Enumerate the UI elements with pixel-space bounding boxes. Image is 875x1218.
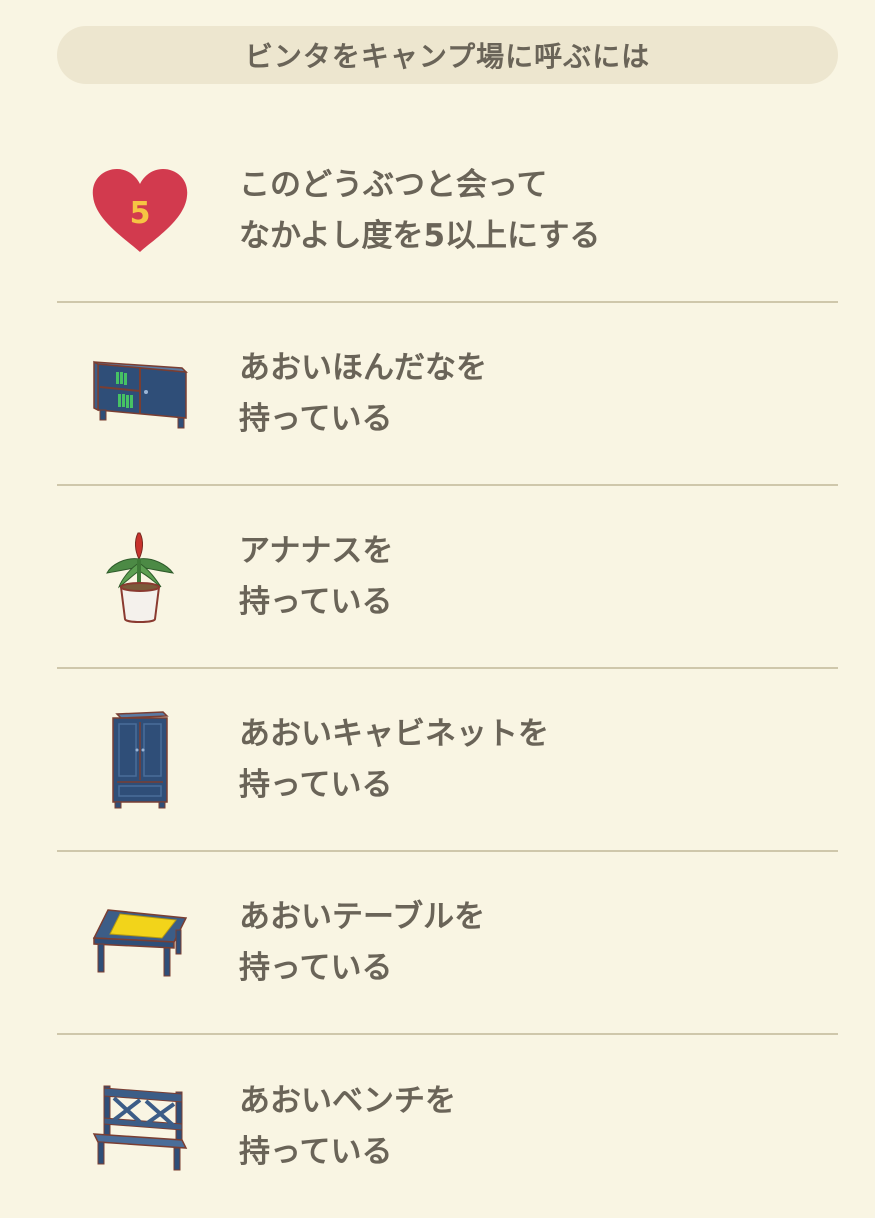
requirement-item-cabinet: あおいキャビネットを 持っている xyxy=(57,669,838,852)
requirement-line-2: 持っている xyxy=(239,583,393,620)
requirement-text: あおいキャビネットを 持っている xyxy=(239,709,819,811)
requirement-text: あおいベンチを 持っている xyxy=(239,1076,819,1178)
blue-bench-icon xyxy=(85,1072,195,1182)
heart-icon: 5 xyxy=(85,156,195,266)
requirement-text: このどうぶつと会って なかよし度を5以上にする xyxy=(239,160,819,262)
pineapple-plant-icon xyxy=(85,522,195,632)
requirement-line-2: なかよし度を5以上にする xyxy=(239,217,601,254)
requirement-text: あおいテーブルを 持っている xyxy=(239,892,819,994)
blue-bookshelf-icon xyxy=(85,339,195,449)
requirement-item-bookshelf: あおいほんだなを 持っている xyxy=(57,303,838,486)
requirement-line-1: あおいベンチを xyxy=(239,1082,456,1119)
friendship-level-number: 5 xyxy=(130,196,151,231)
requirement-list: 5 このどうぶつと会って なかよし度を5以上にする あおいほんだなを 持っている… xyxy=(57,120,838,1218)
requirement-item-bench: あおいベンチを 持っている xyxy=(57,1035,838,1218)
requirement-item-friendship: 5 このどうぶつと会って なかよし度を5以上にする xyxy=(57,120,838,303)
requirement-line-1: このどうぶつと会って xyxy=(239,166,548,203)
requirement-item-table: あおいテーブルを 持っている xyxy=(57,852,838,1035)
requirement-line-1: アナナスを xyxy=(239,532,394,569)
requirement-line-2: 持っている xyxy=(239,766,393,803)
page-header: ビンタをキャンプ場に呼ぶには xyxy=(57,26,838,84)
requirement-line-2: 持っている xyxy=(239,1133,393,1170)
blue-table-icon xyxy=(85,888,195,998)
requirement-line-1: あおいキャビネットを xyxy=(239,715,549,752)
requirement-text: アナナスを 持っている xyxy=(239,526,819,628)
requirement-line-2: 持っている xyxy=(239,400,393,437)
requirement-line-2: 持っている xyxy=(239,949,393,986)
blue-cabinet-icon xyxy=(85,705,195,815)
page-title: ビンタをキャンプ場に呼ぶには xyxy=(244,40,651,73)
requirement-text: あおいほんだなを 持っている xyxy=(239,343,819,445)
requirement-line-1: あおいほんだなを xyxy=(239,349,487,386)
requirement-item-pineapple-plant: アナナスを 持っている xyxy=(57,486,838,669)
requirement-line-1: あおいテーブルを xyxy=(239,898,486,935)
